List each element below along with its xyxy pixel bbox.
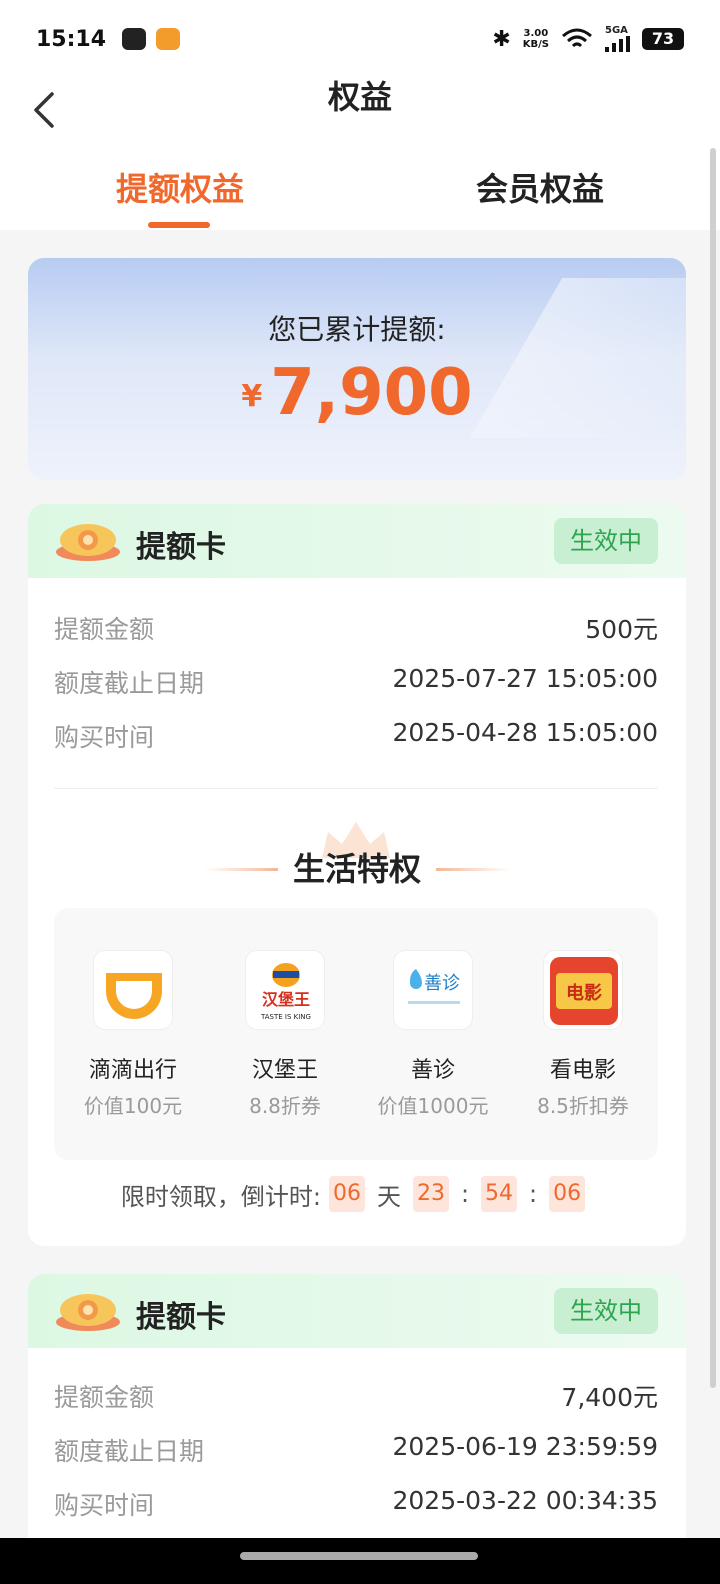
nav-bar: 权益: [0, 78, 720, 150]
countdown-hours: 23: [412, 1176, 449, 1212]
row-label: 购买时间: [54, 1491, 155, 1520]
row-value: 2025-06-19 23:59:59: [392, 1432, 658, 1461]
row-value: 2025-07-27 15:05:00: [392, 664, 658, 693]
svg-text:汉堡王: 汉堡王: [262, 990, 310, 1009]
detail-row-amount: 提额金额 500元: [54, 610, 658, 650]
perk-name: 滴滴出行: [88, 1058, 177, 1083]
status-bar: 15:14 ✱ 3.00 KB/S 5GA 73: [0, 0, 720, 78]
svg-text:善诊: 善诊: [424, 973, 460, 994]
total-credit-banner: 您已累计提额: ¥7,900: [28, 258, 686, 480]
row-label: 额度截止日期: [54, 1437, 205, 1466]
coin-ticket-icon: [56, 524, 120, 561]
bluetooth-icon: ✱: [492, 26, 511, 52]
row-label: 提额金额: [54, 1383, 155, 1412]
countdown-separator: :: [460, 1180, 470, 1208]
row-value: 7,400元: [561, 1383, 658, 1412]
status-badge: 生效中: [554, 1288, 658, 1334]
perk-name: 善诊: [410, 1058, 455, 1083]
detail-row-deadline: 额度截止日期 2025-06-19 23:59:59: [54, 1432, 658, 1472]
network-type: 5GA: [605, 25, 628, 36]
tab-credit-benefits[interactable]: 提额权益: [80, 164, 280, 210]
home-indicator[interactable]: [240, 1552, 478, 1560]
total-credit-amount: ¥7,900: [28, 356, 686, 430]
page-title: 权益: [327, 78, 392, 116]
credit-card-item[interactable]: 提额卡 生效中 提额金额 7,400元 额度截止日期 2025-06-19 23…: [28, 1274, 686, 1564]
countdown-timer: 限时领取，倒计时: 06 天 23 : 54 : 06: [28, 1176, 686, 1212]
total-credit-label: 您已累计提额:: [268, 313, 446, 346]
perk-name: 看电影: [549, 1058, 616, 1083]
card-title: 提额卡: [136, 530, 226, 565]
status-app-icons: [122, 28, 181, 50]
scrollbar[interactable]: [710, 148, 716, 1388]
countdown-label: 限时领取，倒计时:: [120, 1182, 321, 1211]
row-label: 额度截止日期: [54, 669, 205, 698]
status-badge: 生效中: [554, 518, 658, 564]
movie-icon: 电影: [543, 950, 623, 1030]
perk-value: 8.5折扣券: [537, 1094, 629, 1118]
shanzhen-icon: 善诊: [393, 950, 473, 1030]
row-value: 500元: [585, 615, 658, 644]
perk-value: 价值1000元: [377, 1094, 489, 1118]
countdown-minutes: 54: [481, 1176, 518, 1212]
system-nav-bar: [0, 1538, 720, 1584]
countdown-separator: :: [529, 1180, 538, 1208]
status-time: 15:14: [36, 26, 107, 52]
countdown-days: 06: [328, 1176, 365, 1212]
card-title: 提额卡: [136, 1300, 226, 1335]
detail-row-amount: 提额金额 7,400元: [54, 1378, 658, 1418]
active-tab-indicator: [148, 222, 210, 228]
battery-indicator: 73: [642, 28, 684, 50]
svg-text:TASTE IS KING: TASTE IS KING: [260, 1013, 311, 1021]
row-value: 2025-04-28 15:05:00: [392, 718, 658, 747]
perk-movie[interactable]: 电影 看电影 8.5折扣券: [518, 950, 648, 1119]
countdown-day-unit: 天: [376, 1182, 401, 1211]
perk-shanzhen[interactable]: 善诊 善诊 价值1000元: [368, 950, 498, 1119]
burger-king-icon: 汉堡王 TASTE IS KING: [245, 950, 325, 1030]
tab-member-benefits[interactable]: 会员权益: [440, 164, 640, 210]
perk-burger-king[interactable]: 汉堡王 TASTE IS KING 汉堡王 8.8折券: [220, 950, 350, 1119]
detail-row-deadline: 额度截止日期 2025-07-27 15:05:00: [54, 664, 658, 704]
wechat-icon: [122, 28, 147, 50]
svg-text:电影: 电影: [566, 982, 602, 1004]
network-speed: 3.00 KB/S: [522, 28, 549, 50]
credit-card-item[interactable]: 提额卡 生效中 提额金额 500元 额度截止日期 2025-07-27 15:0…: [28, 504, 686, 1246]
countdown-seconds: 06: [549, 1176, 586, 1212]
amount-value: 7,900: [270, 356, 473, 430]
currency-symbol: ¥: [241, 379, 263, 414]
perk-value: 8.8折券: [249, 1094, 321, 1118]
row-label: 提额金额: [54, 615, 155, 644]
perk-value: 价值100元: [83, 1094, 183, 1118]
card-header: 提额卡 生效中: [28, 504, 686, 578]
divider: [54, 788, 658, 789]
didi-icon: [93, 950, 173, 1030]
perk-didi[interactable]: 滴滴出行 价值100元: [68, 950, 198, 1119]
tab-bar: 提额权益 会员权益: [0, 150, 720, 230]
perks-title: 生活特权: [292, 850, 421, 888]
row-label: 购买时间: [54, 723, 155, 752]
signal-icon: [605, 36, 630, 52]
detail-row-purchase-time: 购买时间 2025-04-28 15:05:00: [54, 718, 658, 758]
app-notification-icon: [156, 28, 181, 50]
coin-ticket-icon: [56, 1294, 120, 1331]
wifi-icon: [562, 28, 592, 48]
detail-row-purchase-time: 购买时间 2025-03-22 00:34:35: [54, 1486, 658, 1526]
perks-panel: 滴滴出行 价值100元 汉堡王 TASTE IS KING 汉堡王 8.8折券 …: [54, 908, 658, 1160]
row-value: 2025-03-22 00:34:35: [392, 1486, 658, 1515]
card-header: 提额卡 生效中: [28, 1274, 686, 1348]
perk-name: 汉堡王: [251, 1058, 318, 1083]
